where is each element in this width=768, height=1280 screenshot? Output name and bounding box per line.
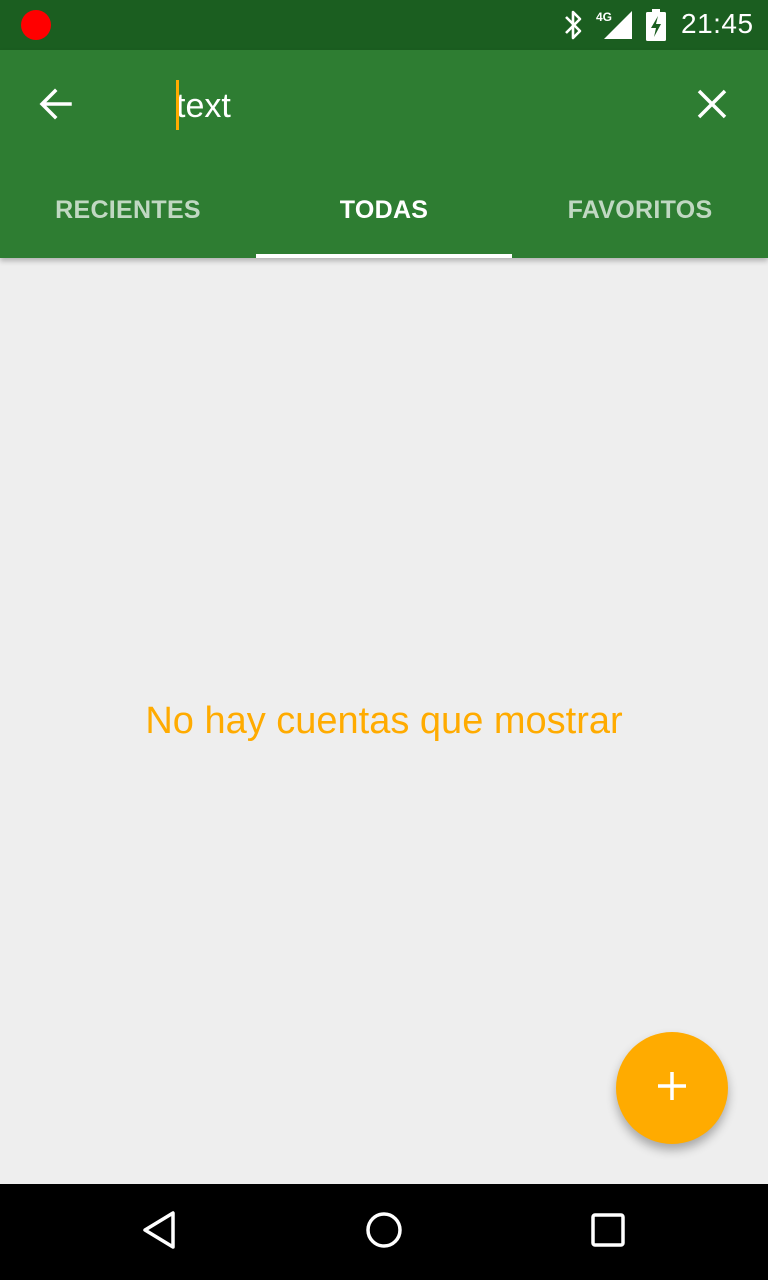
text-cursor — [176, 80, 179, 130]
back-button[interactable] — [28, 78, 84, 134]
signal-icon — [602, 8, 634, 47]
close-icon — [696, 88, 728, 125]
tab-favoritos[interactable]: FAVORITOS — [512, 162, 768, 258]
arrow-back-icon — [38, 86, 74, 127]
clock: 21:45 — [681, 8, 754, 39]
tab-todas[interactable]: TODAS — [256, 162, 512, 258]
battery-charging-icon — [645, 8, 667, 47]
status-bar: 4G 21:45 — [0, 0, 768, 50]
recording-dot-icon — [21, 10, 51, 40]
nav-home-button[interactable] — [354, 1202, 414, 1262]
screen: 4G 21:45 text RECIENTES TODAS FAVORITOS … — [0, 0, 768, 1280]
nav-back-icon — [140, 1210, 180, 1255]
nav-recents-button[interactable] — [578, 1202, 638, 1262]
tab-recientes[interactable]: RECIENTES — [0, 162, 256, 258]
tab-label: TODAS — [339, 195, 429, 224]
tab-label: RECIENTES — [55, 195, 201, 224]
nav-recents-icon — [588, 1210, 628, 1255]
tab-bar: RECIENTES TODAS FAVORITOS — [0, 162, 768, 258]
plus-icon — [655, 1069, 689, 1108]
empty-state-message: No hay cuentas que mostrar — [145, 700, 623, 742]
app-bar: RECIENTES TODAS FAVORITOS — [0, 50, 768, 258]
clear-search-button[interactable] — [684, 78, 740, 134]
tab-label: FAVORITOS — [567, 195, 713, 224]
search-input[interactable] — [176, 80, 656, 132]
tab-indicator — [256, 254, 512, 258]
nav-home-icon — [364, 1210, 404, 1255]
system-nav-bar — [0, 1184, 768, 1280]
add-account-button[interactable] — [616, 1032, 728, 1144]
nav-back-button[interactable] — [130, 1202, 190, 1262]
bluetooth-icon — [560, 8, 586, 47]
